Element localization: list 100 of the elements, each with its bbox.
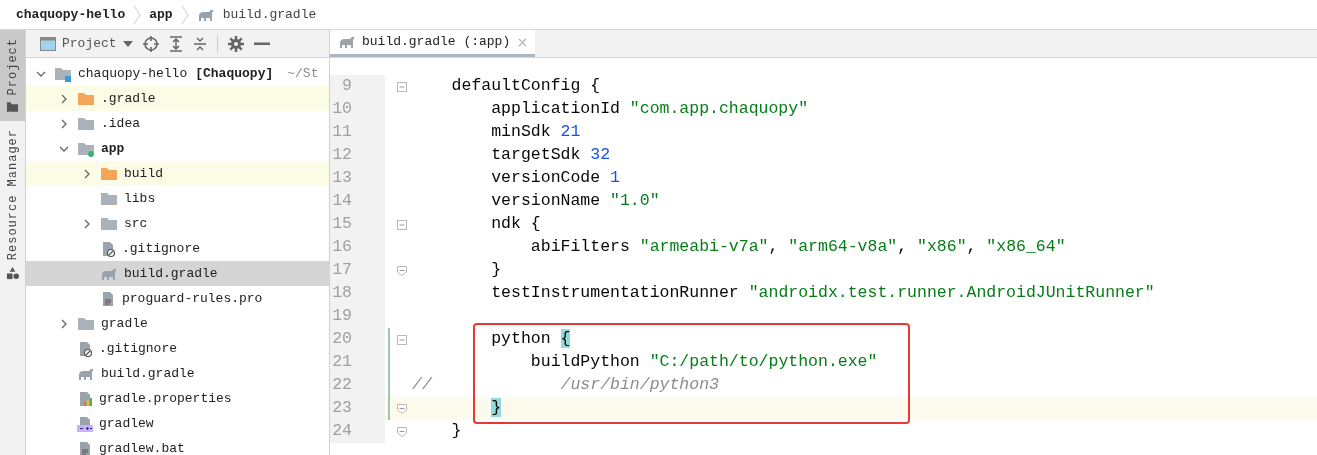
minimize-icon[interactable] [253,41,270,46]
code-line: defaultConfig { [450,75,601,98]
item-name: build.gradle [124,264,218,283]
tool-window-label: Project [4,38,21,96]
item-name: build [124,164,163,183]
breadcrumb-item[interactable]: build.gradle [222,4,317,25]
item-name: chaquopy-hello [78,64,188,83]
folder-icon [77,315,95,332]
code-line: } [490,259,502,282]
line-number: 20 [330,328,385,351]
line-number: 14 [330,190,385,213]
window-icon [40,36,56,51]
tree-item[interactable]: gradle [26,311,329,336]
caret-icon [122,40,133,47]
item-name: src [124,214,148,233]
shapes-icon [6,266,19,280]
code-line: buildPython "C:/path/to/python.exe" [529,351,878,374]
item-name: libs [124,189,156,208]
gradle-icon [100,266,118,281]
tree-item[interactable]: build.gradle [26,361,329,386]
view-selector[interactable]: Project [40,33,133,54]
fold-end-icon[interactable] [396,426,407,437]
project-folder-icon [54,65,72,82]
line-number: 10 [330,98,385,121]
tree-item[interactable]: libs [26,186,329,211]
tree-item[interactable]: app [26,136,329,161]
editor-tab[interactable]: build.gradle (:app) [330,30,536,57]
tree-item[interactable]: .gitignore [26,236,329,261]
line-number: 21 [330,351,385,374]
code-line: abiFilters "armeabi-v7a", "arm64-v8a", "x86", "x86_64" [529,236,1066,259]
line-number: 22 [330,374,385,397]
line-number: 17 [330,259,385,282]
tree-item[interactable]: src [26,211,329,236]
excluded-folder-icon [77,90,95,107]
tree-item[interactable]: chaquopy-hello [Chaquopy] ~/St [26,61,329,86]
gradle-icon [196,7,215,22]
item-name: app [101,139,125,158]
tree-item[interactable]: gradlew.bat [26,436,329,455]
text-file-icon [100,290,116,307]
code-line: python { [490,328,571,351]
folder-icon [100,190,118,207]
chevron-right-icon[interactable] [82,168,92,179]
item-name: .gitignore [99,339,177,358]
cpp-file-icon [77,415,93,432]
tree-item[interactable]: gradlew [26,411,329,436]
code-line: testInstrumentationRunner "androidx.test.runner.AndroidJUnitRunner" [490,282,1155,305]
item-name: proguard-rules.pro [122,289,263,308]
tool-window-tab[interactable]: Resource Manager [0,121,25,288]
fold-end-icon[interactable] [396,403,407,414]
expand-all-icon[interactable] [168,35,183,52]
code-line: // /usr/bin/python3 [411,374,719,397]
item-name: gradle.properties [99,389,232,408]
line-number: 23 [330,397,385,420]
tree-item[interactable]: .gitignore [26,336,329,361]
crosshair-icon[interactable] [142,35,159,52]
chevron-right-icon[interactable] [59,118,69,129]
chart-file-icon [77,390,93,407]
item-name: gradlew.bat [99,439,185,455]
chevron-right-icon[interactable] [82,218,92,229]
ignored-file-icon [77,340,93,357]
item-location: ~/St [287,64,319,83]
line-number: 24 [330,420,385,443]
chevron-right-icon[interactable] [59,318,69,329]
separator-icon [133,4,142,25]
settings-icon[interactable] [227,35,244,52]
tree-item[interactable]: build.gradle [26,261,329,286]
text-file-icon [77,440,93,455]
code-line: targetSdk 32 [490,144,611,167]
module-folder-icon [77,140,95,157]
line-number: 16 [330,236,385,259]
breadcrumb-item[interactable]: app [149,4,173,25]
item-name: .gradle [101,89,156,108]
fold-end-icon[interactable] [396,265,407,276]
chevron-right-icon[interactable] [59,93,69,104]
line-number: 11 [330,121,385,144]
tool-window-label: Resource Manager [4,129,21,261]
tool-window-tab[interactable]: Project [0,30,25,122]
tree-item[interactable]: .idea [26,111,329,136]
tab-label: build.gradle (:app) [362,33,511,52]
line-number: 15 [330,213,385,236]
ignored-file-icon [100,240,116,257]
line-number: 9 [330,75,385,98]
module-name: [Chaquopy] [195,64,274,83]
item-name: gradle [101,314,148,333]
separator-icon [180,4,189,25]
item-name: gradlew [99,414,154,433]
item-name: .gitignore [122,239,200,258]
line-number: 13 [330,167,385,190]
line-number: 18 [330,282,385,305]
code-line: applicationId "com.app.chaquopy" [490,98,809,121]
breadcrumb-item[interactable]: chaquopy-hello [16,4,126,25]
tree-item[interactable]: gradle.properties [26,386,329,411]
collapse-all-icon[interactable] [192,35,207,52]
tree-item[interactable]: .gradle [26,86,329,111]
tree-item[interactable]: build [26,161,329,186]
tree-item[interactable]: proguard-rules.pro [26,286,329,311]
folder-icon [100,215,118,232]
excluded-folder-icon [100,165,118,182]
item-name: build.gradle [101,364,195,383]
code-line: ndk { [490,213,541,236]
